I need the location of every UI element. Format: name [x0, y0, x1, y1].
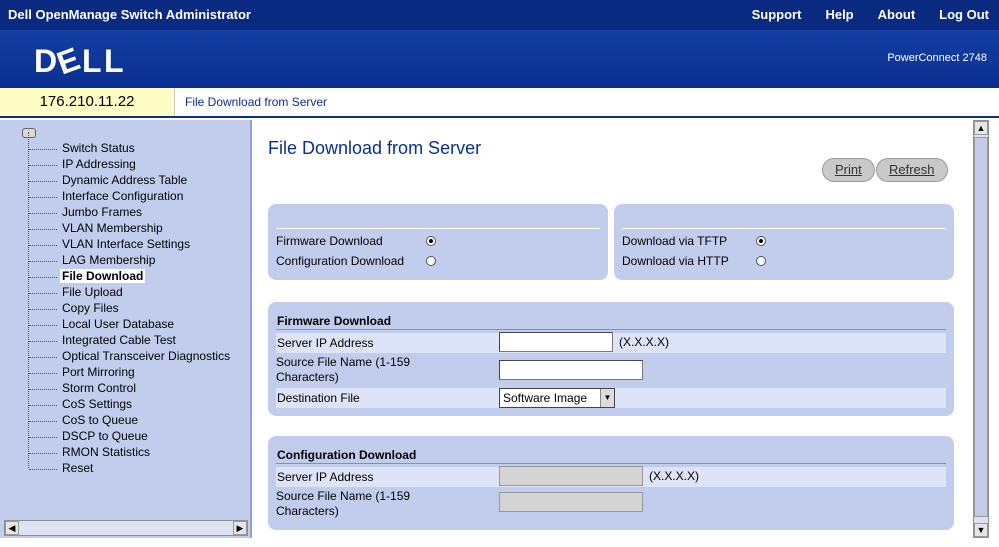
config-download-radio[interactable] [426, 256, 436, 266]
dell-logo: D E L L [34, 42, 124, 76]
sidebar-item-cos-to-queue[interactable]: CoS to Queue [0, 413, 250, 429]
breadcrumb: File Download from Server [185, 95, 328, 109]
about-link[interactable]: About [864, 0, 926, 30]
sidebar-item-file-download[interactable]: File Download [0, 269, 250, 285]
sidebar-item-cos-settings[interactable]: CoS Settings [0, 397, 250, 413]
firmware-server-ip-input[interactable] [499, 332, 613, 352]
logo-band: D E L L PowerConnect 2748 [0, 30, 999, 88]
sidebar-item-port-mirroring[interactable]: Port Mirroring [0, 365, 250, 381]
sidebar-item-file-upload[interactable]: File Upload [0, 285, 250, 301]
config-server-ip-hint: (X.X.X.X) [649, 469, 700, 483]
scroll-right-icon[interactable]: ▶ [233, 521, 247, 535]
refresh-button[interactable]: Refresh [876, 158, 948, 182]
firmware-download-panel: Firmware Download Server IP Address (X.X… [268, 302, 954, 416]
download-via-http-label: Download via HTTP [622, 254, 729, 268]
sidebar-horizontal-scrollbar[interactable]: ◀ ▶ [4, 520, 248, 536]
firmware-section-title: Firmware Download [277, 314, 392, 328]
config-download-label: Configuration Download [276, 254, 405, 268]
print-button[interactable]: Print [822, 158, 875, 182]
tree-root-icon[interactable] [22, 128, 36, 138]
download-type-panel: Firmware Download Configuration Download [268, 204, 608, 280]
sidebar-item-jumbo-frames[interactable]: Jumbo Frames [0, 205, 250, 221]
sidebar-item-reset[interactable]: Reset [0, 461, 250, 477]
destination-file-value: Software Image [503, 391, 588, 405]
svg-text:L: L [82, 43, 102, 76]
main-content: File Download from Server Print Refresh … [254, 120, 972, 538]
config-source-file-input [499, 492, 643, 512]
sidebar-item-lag-membership[interactable]: LAG Membership [0, 253, 250, 269]
sidebar-item-local-user-database[interactable]: Local User Database [0, 317, 250, 333]
firmware-source-file-input[interactable] [499, 360, 643, 380]
logout-link[interactable]: Log Out [925, 0, 999, 30]
model-name: PowerConnect 2748 [887, 52, 987, 64]
sidebar-item-copy-files[interactable]: Copy Files [0, 301, 250, 317]
sidebar: Switch Status IP Addressing Dynamic Addr… [0, 120, 252, 538]
sidebar-tree: Switch Status IP Addressing Dynamic Addr… [0, 141, 250, 477]
chevron-down-icon[interactable]: ▼ [600, 389, 614, 407]
sidebar-item-storm-control[interactable]: Storm Control [0, 381, 250, 397]
sidebar-item-switch-status[interactable]: Switch Status [0, 141, 250, 157]
sidebar-item-vlan-interface-settings[interactable]: VLAN Interface Settings [0, 237, 250, 253]
scroll-up-icon[interactable]: ▲ [974, 121, 988, 135]
top-bar: Dell OpenManage Switch Administrator Sup… [0, 0, 999, 30]
support-link[interactable]: Support [738, 0, 812, 30]
sidebar-item-optical-transceiver-diagnostics[interactable]: Optical Transceiver Diagnostics [0, 349, 250, 365]
firmware-server-ip-hint: (X.X.X.X) [619, 335, 670, 349]
destination-file-select[interactable]: Software Image ▼ [499, 388, 615, 408]
firmware-download-row: Firmware Download [276, 232, 600, 250]
config-download-row: Configuration Download [276, 252, 600, 270]
section-divider [276, 329, 946, 330]
main-vertical-scrollbar[interactable]: ▲ ▼ [973, 120, 989, 538]
section-divider [276, 463, 946, 464]
top-links: Support Help About Log Out [738, 0, 999, 30]
panel-divider [276, 228, 600, 229]
firmware-download-radio[interactable] [426, 236, 436, 246]
page-title: File Download from Server [268, 138, 482, 158]
scroll-thumb[interactable] [974, 137, 988, 517]
destination-file-label: Destination File [277, 391, 360, 405]
sidebar-item-vlan-membership[interactable]: VLAN Membership [0, 221, 250, 237]
sidebar-item-rmon-statistics[interactable]: RMON Statistics [0, 445, 250, 461]
panel-divider [622, 228, 946, 229]
scroll-down-icon[interactable]: ▼ [974, 523, 988, 537]
address-bar: 176.210.11.22 File Download from Server [0, 88, 999, 118]
download-via-tftp-label: Download via TFTP [622, 234, 728, 248]
download-via-http-radio[interactable] [756, 256, 766, 266]
scroll-left-icon[interactable]: ◀ [5, 521, 19, 535]
download-via-panel: Download via TFTP Download via HTTP [614, 204, 954, 280]
svg-text:L: L [104, 43, 124, 76]
http-row: Download via HTTP [622, 252, 946, 270]
firmware-server-ip-label: Server IP Address [277, 336, 374, 350]
download-via-tftp-radio[interactable] [756, 236, 766, 246]
sidebar-item-interface-configuration[interactable]: Interface Configuration [0, 189, 250, 205]
sidebar-item-integrated-cable-test[interactable]: Integrated Cable Test [0, 333, 250, 349]
configuration-download-panel: Configuration Download Server IP Address… [268, 436, 954, 530]
sidebar-item-ip-addressing[interactable]: IP Addressing [0, 157, 250, 173]
device-ip: 176.210.11.22 [0, 88, 175, 116]
sidebar-item-dynamic-address-table[interactable]: Dynamic Address Table [0, 173, 250, 189]
sidebar-item-dscp-to-queue[interactable]: DSCP to Queue [0, 429, 250, 445]
config-server-ip-input [499, 466, 643, 486]
config-section-title: Configuration Download [277, 448, 417, 462]
help-link[interactable]: Help [811, 0, 863, 30]
firmware-download-label: Firmware Download [276, 234, 383, 248]
app-title: Dell OpenManage Switch Administrator [8, 7, 251, 22]
tftp-row: Download via TFTP [622, 232, 946, 250]
config-server-ip-label: Server IP Address [277, 470, 374, 484]
